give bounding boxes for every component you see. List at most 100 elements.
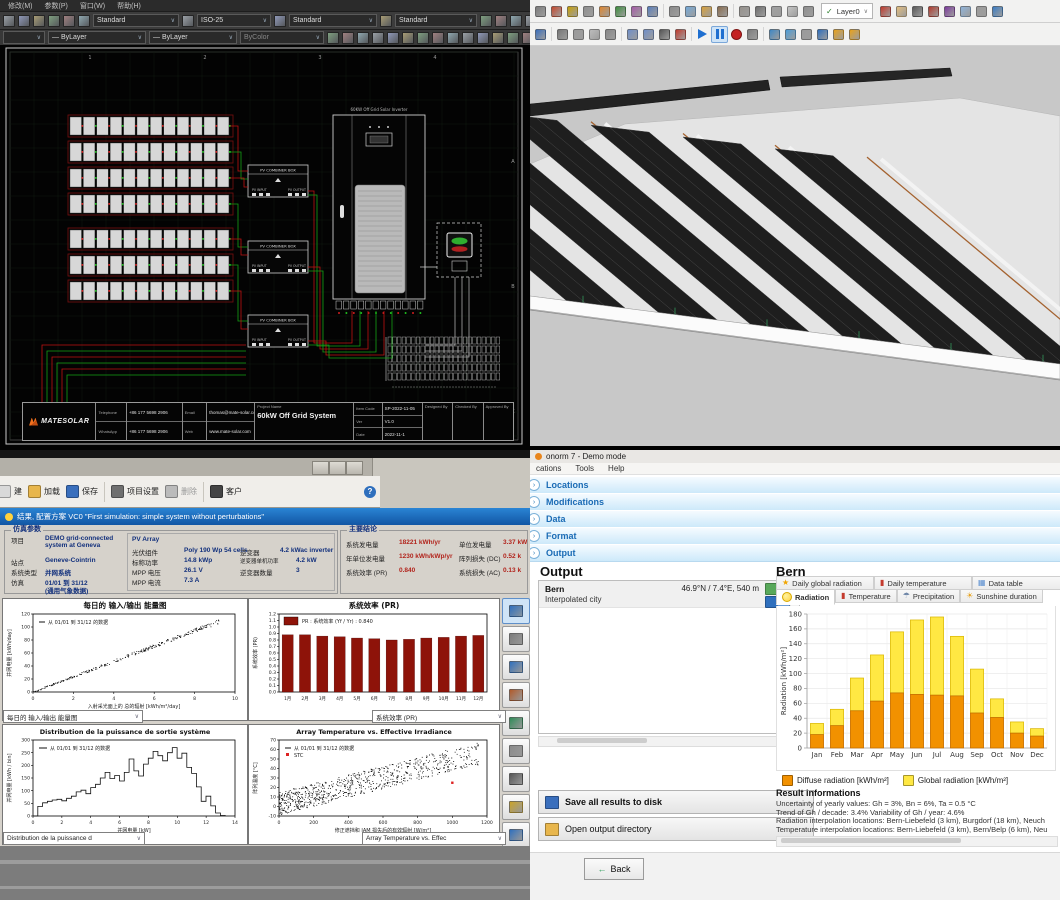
speaker-icon[interactable] — [645, 4, 660, 19]
fold-camera-icon[interactable] — [847, 27, 862, 42]
toolbar-icon[interactable] — [3, 15, 15, 27]
toolbar-icon[interactable] — [357, 32, 369, 44]
curve-chart-button[interactable] — [502, 682, 530, 708]
accordion-section-output[interactable]: ›Output — [530, 544, 1060, 562]
drawer-icon[interactable] — [801, 4, 816, 19]
toolbar-icon[interactable] — [380, 15, 392, 27]
menu-item-修改(M)[interactable]: 修改(M) — [8, 1, 33, 11]
previous-view-icon[interactable] — [958, 4, 973, 19]
pan-hand-icon[interactable] — [894, 4, 909, 19]
toolbar-icon[interactable] — [63, 15, 75, 27]
select-arrow-icon[interactable] — [533, 4, 548, 19]
video-icon[interactable] — [799, 27, 814, 42]
layer-select[interactable]: ✓Layer0∨ — [821, 3, 873, 19]
undo-icon[interactable] — [625, 27, 640, 42]
style-select[interactable]: — ByLayer∨ — [149, 31, 237, 44]
export-pdf-icon[interactable] — [673, 27, 688, 42]
report-button[interactable] — [502, 598, 530, 624]
refresh-button[interactable] — [502, 766, 530, 792]
scissors-icon[interactable] — [555, 27, 570, 42]
maximize-button[interactable] — [329, 461, 346, 475]
clock-icon[interactable] — [745, 27, 760, 42]
accordion-section-modifications[interactable]: ›Modifications — [530, 493, 1060, 511]
line-chart-button[interactable] — [502, 654, 530, 680]
tab-daily-temperature[interactable]: ▮Daily temperature — [874, 576, 972, 590]
style-select[interactable]: ∨ — [3, 31, 45, 44]
delete-button[interactable]: 删除 — [165, 485, 197, 498]
menu-item-cations[interactable]: cations — [536, 464, 561, 473]
style-select[interactable]: — ByLayer∨ — [48, 31, 146, 44]
list-horizontal-scrollbar[interactable] — [538, 736, 800, 747]
sliders-icon[interactable] — [667, 4, 682, 19]
accordion-section-data[interactable]: ›Data — [530, 510, 1060, 528]
table-button[interactable] — [502, 626, 530, 652]
erase-icon[interactable] — [603, 27, 618, 42]
toolbar-icon[interactable] — [495, 15, 507, 27]
save-all-results-button[interactable]: Save all results to disk — [538, 790, 814, 814]
menu-item-help[interactable]: Help — [608, 464, 624, 473]
open-output-directory-button[interactable]: Open output directory — [538, 817, 814, 841]
toolbar-icon[interactable] — [432, 32, 444, 44]
style-select[interactable]: Standard∨ — [289, 14, 377, 27]
house-outline-icon[interactable] — [785, 4, 800, 19]
toolbar-icon[interactable] — [522, 32, 530, 44]
paste-icon[interactable] — [587, 27, 602, 42]
style-select[interactable]: Standard∨ — [395, 14, 477, 27]
key-icon[interactable] — [565, 4, 580, 19]
pause-icon[interactable] — [711, 26, 728, 43]
help-button[interactable]: ? — [364, 486, 376, 498]
toolbar-icon[interactable] — [462, 32, 474, 44]
paint-bucket-icon[interactable] — [597, 4, 612, 19]
style-select[interactable]: Standard∨ — [93, 14, 179, 27]
back-button[interactable]: ← Back — [584, 858, 644, 880]
materials-icon[interactable] — [629, 4, 644, 19]
section-icon[interactable] — [990, 4, 1005, 19]
component-car-icon[interactable] — [549, 4, 564, 19]
save-icon[interactable] — [533, 27, 548, 42]
tab-sunshine-duration[interactable]: ☀Sunshine duration — [960, 589, 1043, 603]
chart2-type-select[interactable]: 系统效率 (PR)∨ — [372, 710, 506, 723]
toolbar-icon[interactable] — [492, 32, 504, 44]
toolbar-icon[interactable] — [327, 32, 339, 44]
play-icon[interactable] — [695, 27, 710, 42]
3d-scene-viewport[interactable] — [530, 46, 1060, 446]
chart4-type-select[interactable]: Array Temperature vs. Effec∨ — [362, 832, 506, 845]
home-icon[interactable] — [753, 4, 768, 19]
toolbar-icon[interactable] — [274, 15, 286, 27]
chat-bubble-icon[interactable] — [683, 4, 698, 19]
toolbar-icon[interactable] — [477, 32, 489, 44]
menu-item-tools[interactable]: Tools — [575, 464, 594, 473]
save-result-button[interactable] — [502, 822, 530, 848]
tab-radiation[interactable]: Radiation — [776, 589, 835, 605]
print-icon[interactable] — [657, 27, 672, 42]
zoom-icon[interactable] — [910, 4, 925, 19]
accordion-section-format[interactable]: ›Format — [530, 527, 1060, 545]
redo-icon[interactable] — [641, 27, 656, 42]
toolbar-icon[interactable] — [342, 32, 354, 44]
client-button[interactable]: 客户 — [210, 485, 242, 498]
info-icon[interactable] — [815, 27, 830, 42]
minimize-button[interactable] — [312, 461, 329, 475]
toolbar-icon[interactable] — [447, 32, 459, 44]
output-locations-list[interactable]: Bern 46.9°N / 7.4°E, 540 m Interpolated … — [538, 580, 800, 734]
toolbar-icon[interactable] — [510, 15, 522, 27]
gear-icon[interactable] — [767, 27, 782, 42]
toolbar-icon[interactable] — [33, 15, 45, 27]
fold-face-icon[interactable] — [715, 4, 730, 19]
accordion-section-locations[interactable]: ›Locations — [530, 476, 1060, 494]
fold-up-icon[interactable] — [831, 27, 846, 42]
chart3-type-select[interactable]: Distribution de la puissance d∨ — [3, 832, 145, 845]
zoom-window-icon[interactable] — [926, 4, 941, 19]
economics-button[interactable] — [502, 710, 530, 736]
copy-icon[interactable] — [571, 27, 586, 42]
open-result-button[interactable] — [502, 794, 530, 820]
image-icon[interactable] — [783, 27, 798, 42]
zoom-extents-icon[interactable] — [942, 4, 957, 19]
guide-book-icon[interactable] — [699, 4, 714, 19]
shed-icon[interactable] — [769, 4, 784, 19]
new-button[interactable]: 建 — [0, 485, 22, 498]
box-icon[interactable] — [737, 4, 752, 19]
menu-item-参数(P)[interactable]: 参数(P) — [45, 1, 68, 11]
record-icon[interactable] — [729, 27, 744, 42]
menu-item-帮助(H)[interactable]: 帮助(H) — [117, 1, 141, 11]
